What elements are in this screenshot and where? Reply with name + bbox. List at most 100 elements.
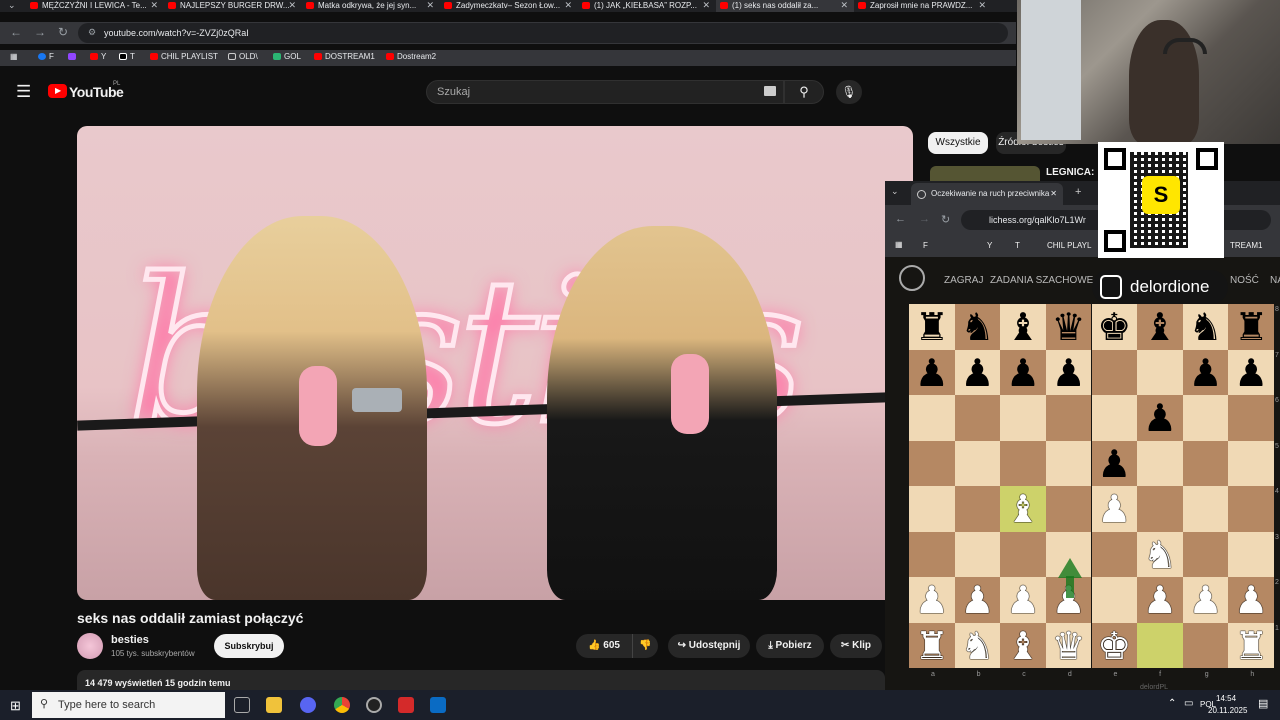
- forward-icon[interactable]: →: [34, 25, 46, 39]
- lichess-tab[interactable]: Oczekiwanie na ruch przeciwnika ✕: [911, 183, 1063, 205]
- square-b6[interactable]: [954, 395, 1001, 441]
- square-e1[interactable]: ♚: [1091, 622, 1138, 668]
- square-h2[interactable]: ♟: [1228, 577, 1274, 623]
- lichess-logo-icon[interactable]: [899, 265, 925, 291]
- discord-icon[interactable]: [300, 697, 316, 713]
- square-b5[interactable]: [954, 440, 1001, 486]
- black-piece[interactable]: ♝: [1143, 305, 1177, 349]
- menu-icon[interactable]: ☰: [16, 82, 31, 102]
- bookmark-facebook[interactable]: F: [923, 241, 928, 250]
- search-button[interactable]: ⚲: [784, 80, 824, 104]
- clock-date[interactable]: 20.11.2025: [1208, 706, 1247, 715]
- bookmark-youtube[interactable]: Y: [987, 241, 992, 250]
- youtube-logo-icon[interactable]: ▶: [48, 84, 67, 98]
- bookmark-dostream1[interactable]: DOSTREAM1: [314, 52, 375, 61]
- back-icon[interactable]: ←: [10, 25, 22, 39]
- square-b2[interactable]: ♟: [954, 577, 1001, 623]
- taskbar-search-input[interactable]: Type here to search: [32, 692, 225, 718]
- subscribe-button[interactable]: Subskrybuj: [214, 634, 284, 658]
- notifications-icon[interactable]: ▤: [1258, 697, 1268, 710]
- reload-icon[interactable]: ↻: [941, 213, 950, 226]
- white-piece[interactable]: ♚: [1097, 624, 1131, 668]
- white-piece[interactable]: ♝: [1006, 624, 1040, 668]
- forward-icon[interactable]: →: [919, 213, 930, 225]
- share-button[interactable]: ↪ Udostępnij: [668, 634, 750, 658]
- black-piece[interactable]: ♞: [1189, 305, 1223, 349]
- close-tab-icon[interactable]: ✕: [702, 0, 710, 11]
- bookmark-facebook[interactable]: F: [38, 52, 54, 61]
- black-piece[interactable]: ♝: [1006, 305, 1040, 349]
- black-piece[interactable]: ♟: [1189, 351, 1223, 395]
- clip-button[interactable]: ✂ Klip: [830, 634, 882, 658]
- nav-more[interactable]: NA: [1270, 275, 1280, 286]
- square-a4[interactable]: [909, 486, 955, 532]
- bookmark-x[interactable]: T: [119, 52, 135, 61]
- square-e7[interactable]: [1091, 349, 1138, 395]
- tab-search-button[interactable]: ⌄: [0, 0, 26, 12]
- white-piece[interactable]: ♞: [960, 624, 994, 668]
- square-a5[interactable]: [909, 440, 955, 486]
- white-piece[interactable]: ♟: [1097, 487, 1131, 531]
- clock-time[interactable]: 14:54: [1216, 694, 1236, 703]
- white-piece[interactable]: ♟: [1143, 578, 1177, 622]
- square-g5[interactable]: [1182, 440, 1229, 486]
- side-video-thumbnail[interactable]: [930, 166, 1040, 181]
- white-piece[interactable]: ♟: [915, 578, 949, 622]
- obs-icon[interactable]: [366, 697, 382, 713]
- square-c4[interactable]: ♝: [1000, 486, 1046, 532]
- like-button[interactable]: 👍 605: [576, 634, 632, 658]
- square-g6[interactable]: [1182, 395, 1229, 441]
- side-video-title[interactable]: LEGNICA:: [1046, 167, 1094, 178]
- white-piece[interactable]: ♜: [915, 624, 949, 668]
- square-d4[interactable]: [1045, 486, 1092, 532]
- close-tab-icon[interactable]: ✕: [564, 0, 572, 11]
- square-c7[interactable]: ♟: [1000, 349, 1046, 395]
- reload-icon[interactable]: ↻: [58, 25, 68, 39]
- black-piece[interactable]: ♚: [1097, 305, 1131, 349]
- browser-tab[interactable]: (1) seks nas oddalił za... ✕: [716, 0, 854, 12]
- square-g8[interactable]: ♞: [1182, 304, 1229, 350]
- white-piece[interactable]: ♝: [1006, 487, 1040, 531]
- square-c2[interactable]: ♟: [1000, 577, 1046, 623]
- square-f5[interactable]: [1137, 440, 1183, 486]
- close-tab-icon[interactable]: ✕: [978, 0, 986, 11]
- square-c3[interactable]: [1000, 531, 1046, 577]
- black-piece[interactable]: ♟: [960, 351, 994, 395]
- square-h8[interactable]: ♜: [1228, 304, 1274, 350]
- square-e5[interactable]: ♟: [1091, 440, 1138, 486]
- square-c1[interactable]: ♝: [1000, 622, 1046, 668]
- close-tab-icon[interactable]: ✕: [426, 0, 434, 11]
- black-piece[interactable]: ♟: [1234, 351, 1268, 395]
- browser-tab[interactable]: MĘŻCZYŹNI I LEWICA - Te... ✕: [26, 0, 164, 12]
- browser-tab[interactable]: Zaprosił mnie na PRAWDZ... ✕: [854, 0, 992, 12]
- square-g1[interactable]: [1182, 622, 1229, 668]
- site-info-icon[interactable]: ⚙: [88, 27, 96, 38]
- dislike-button[interactable]: 👎: [632, 634, 658, 658]
- square-f2[interactable]: ♟: [1137, 577, 1183, 623]
- square-h6[interactable]: [1228, 395, 1274, 441]
- bookmark-x[interactable]: T: [1015, 241, 1020, 250]
- app-red-icon[interactable]: [398, 697, 414, 713]
- square-f7[interactable]: [1137, 349, 1183, 395]
- chessboard[interactable]: ♜ ♞ ♝ ♛ ♚ ♝ ♞ ♜ ♟ ♟ ♟ ♟ ♟ ♟ ♟ ♟ ♝ ♟ ♞ ♟ ♟ ♟ ♟ ♟ ♟ ♟ ♜ ♞ ♝ ♛ ♚ ♜: [909, 304, 1274, 668]
- black-piece[interactable]: ♜: [915, 305, 949, 349]
- square-g3[interactable]: [1182, 531, 1229, 577]
- close-tab-icon[interactable]: ✕: [840, 0, 848, 11]
- bookmark-chil-playlist[interactable]: CHIL PLAYL: [1047, 241, 1091, 250]
- network-icon[interactable]: ▭: [1184, 698, 1193, 709]
- square-a2[interactable]: ♟: [909, 577, 955, 623]
- square-b1[interactable]: ♞: [954, 622, 1001, 668]
- new-tab-icon[interactable]: +: [1075, 186, 1081, 198]
- square-h1[interactable]: ♜: [1228, 622, 1274, 668]
- black-piece[interactable]: ♟: [1006, 351, 1040, 395]
- white-piece[interactable]: ♟: [960, 578, 994, 622]
- apps-icon[interactable]: ▦: [895, 240, 903, 249]
- black-piece[interactable]: ♛: [1052, 305, 1086, 349]
- square-f1[interactable]: [1137, 622, 1183, 668]
- bookmark-dostream1[interactable]: TREAM1: [1230, 241, 1262, 250]
- back-icon[interactable]: ←: [895, 213, 906, 225]
- app-blue-icon[interactable]: [430, 697, 446, 713]
- white-piece[interactable]: ♟: [1234, 578, 1268, 622]
- tab-list-icon[interactable]: ⌄: [891, 186, 899, 197]
- bookmark-twitch[interactable]: [68, 52, 79, 61]
